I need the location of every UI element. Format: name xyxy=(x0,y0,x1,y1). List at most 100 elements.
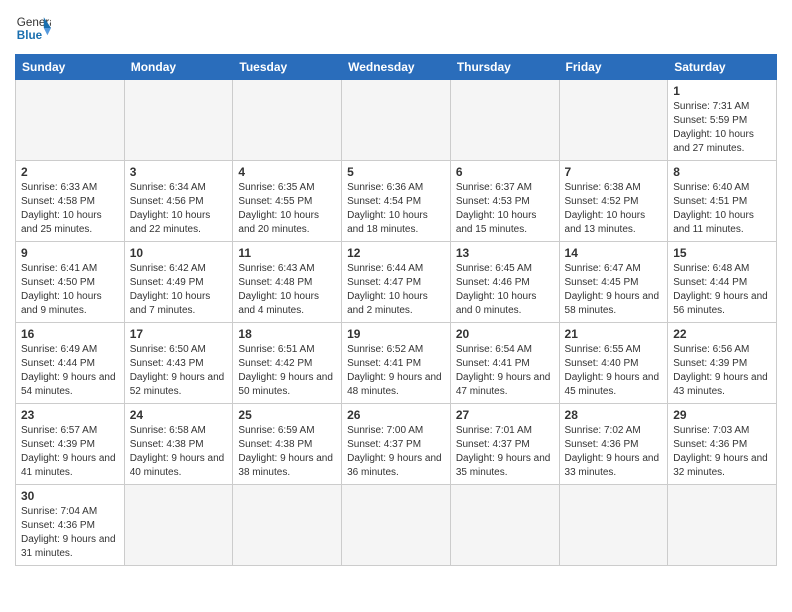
calendar-day-cell: 25 Sunrise: 6:59 AM Sunset: 4:38 PM Dayli… xyxy=(233,404,342,485)
day-info: Sunrise: 6:33 AM Sunset: 4:58 PM Dayligh… xyxy=(21,181,119,237)
day-number: 25 xyxy=(238,408,336,422)
day-info: Sunrise: 6:41 AM Sunset: 4:50 PM Dayligh… xyxy=(21,262,119,318)
calendar-day-cell: 3Sunrise: 6:34 AM Sunset: 4:56 PM Daylig… xyxy=(124,161,233,242)
day-number: 27 xyxy=(456,408,554,422)
day-info: Sunrise: 6:40 AM Sunset: 4:51 PM Dayligh… xyxy=(673,181,771,237)
weekday-wednesday: Wednesday xyxy=(342,55,451,80)
calendar-day-cell: 29 Sunrise: 7:03 AM Sunset: 4:36 PM Dayli… xyxy=(668,404,777,485)
calendar-day-cell xyxy=(450,485,559,566)
calendar-day-cell: 13 Sunrise: 6:45 AM Sunset: 4:46 PM Dayli… xyxy=(450,242,559,323)
day-number: 14 xyxy=(565,246,663,260)
day-number: 18 xyxy=(238,327,336,341)
day-number: 22 xyxy=(673,327,771,341)
calendar-week-row: 9 Sunrise: 6:41 AM Sunset: 4:50 PM Daylig… xyxy=(16,242,777,323)
calendar-day-cell: 24 Sunrise: 6:58 AM Sunset: 4:38 PM Dayli… xyxy=(124,404,233,485)
day-number: 28 xyxy=(565,408,663,422)
calendar-day-cell: 23Sunrise: 6:57 AM Sunset: 4:39 PM Dayli… xyxy=(16,404,125,485)
day-number: 2 xyxy=(21,165,119,179)
calendar-day-cell xyxy=(233,80,342,161)
day-info: Sunrise: 6:45 AM Sunset: 4:46 PM Dayligh… xyxy=(456,262,554,318)
day-info: Sunrise: 6:35 AM Sunset: 4:55 PM Dayligh… xyxy=(238,181,336,237)
day-number: 29 xyxy=(673,408,771,422)
day-number: 26 xyxy=(347,408,445,422)
weekday-monday: Monday xyxy=(124,55,233,80)
calendar-day-cell: 14 Sunrise: 6:47 AM Sunset: 4:45 PM Dayli… xyxy=(559,242,668,323)
calendar-day-cell: 4Sunrise: 6:35 AM Sunset: 4:55 PM Daylig… xyxy=(233,161,342,242)
day-number: 13 xyxy=(456,246,554,260)
page: General Blue SundayMondayTuesdayWednesda… xyxy=(0,0,792,612)
calendar-day-cell: 18 Sunrise: 6:51 AM Sunset: 4:42 PM Dayli… xyxy=(233,323,342,404)
day-number: 24 xyxy=(130,408,228,422)
weekday-thursday: Thursday xyxy=(450,55,559,80)
day-info: Sunrise: 6:52 AM Sunset: 4:41 PM Dayligh… xyxy=(347,343,445,399)
day-info: Sunrise: 7:31 AM Sunset: 5:59 PM Dayligh… xyxy=(673,100,771,156)
calendar-day-cell xyxy=(342,485,451,566)
day-number: 19 xyxy=(347,327,445,341)
calendar-day-cell: 12Sunrise: 6:44 AM Sunset: 4:47 PM Dayli… xyxy=(342,242,451,323)
calendar-day-cell: 20 Sunrise: 6:54 AM Sunset: 4:41 PM Dayli… xyxy=(450,323,559,404)
calendar-week-row: 1Sunrise: 7:31 AM Sunset: 5:59 PM Daylig… xyxy=(16,80,777,161)
day-number: 21 xyxy=(565,327,663,341)
day-number: 15 xyxy=(673,246,771,260)
calendar-day-cell: 17 Sunrise: 6:50 AM Sunset: 4:43 PM Dayli… xyxy=(124,323,233,404)
day-info: Sunrise: 6:47 AM Sunset: 4:45 PM Dayligh… xyxy=(565,262,663,318)
day-info: Sunrise: 6:51 AM Sunset: 4:42 PM Dayligh… xyxy=(238,343,336,399)
day-info: Sunrise: 6:50 AM Sunset: 4:43 PM Dayligh… xyxy=(130,343,228,399)
day-info: Sunrise: 6:56 AM Sunset: 4:39 PM Dayligh… xyxy=(673,343,771,399)
calendar-day-cell: 15Sunrise: 6:48 AM Sunset: 4:44 PM Dayli… xyxy=(668,242,777,323)
calendar-day-cell xyxy=(559,485,668,566)
calendar-day-cell xyxy=(124,80,233,161)
day-info: Sunrise: 6:34 AM Sunset: 4:56 PM Dayligh… xyxy=(130,181,228,237)
day-info: Sunrise: 6:37 AM Sunset: 4:53 PM Dayligh… xyxy=(456,181,554,237)
calendar-day-cell: 26 Sunrise: 7:00 AM Sunset: 4:37 PM Dayli… xyxy=(342,404,451,485)
day-number: 16 xyxy=(21,327,119,341)
day-info: Sunrise: 7:01 AM Sunset: 4:37 PM Dayligh… xyxy=(456,424,554,480)
day-info: Sunrise: 6:57 AM Sunset: 4:39 PM Dayligh… xyxy=(21,424,119,480)
calendar-day-cell: 16 Sunrise: 6:49 AM Sunset: 4:44 PM Dayli… xyxy=(16,323,125,404)
weekday-tuesday: Tuesday xyxy=(233,55,342,80)
generalblue-logo-icon: General Blue xyxy=(15,10,51,46)
calendar-day-cell: 2 Sunrise: 6:33 AM Sunset: 4:58 PM Daylig… xyxy=(16,161,125,242)
day-number: 11 xyxy=(238,246,336,260)
day-info: Sunrise: 6:59 AM Sunset: 4:38 PM Dayligh… xyxy=(238,424,336,480)
day-info: Sunrise: 6:43 AM Sunset: 4:48 PM Dayligh… xyxy=(238,262,336,318)
calendar-day-cell: 19 Sunrise: 6:52 AM Sunset: 4:41 PM Dayli… xyxy=(342,323,451,404)
day-number: 9 xyxy=(21,246,119,260)
day-info: Sunrise: 6:58 AM Sunset: 4:38 PM Dayligh… xyxy=(130,424,228,480)
day-info: Sunrise: 6:49 AM Sunset: 4:44 PM Dayligh… xyxy=(21,343,119,399)
day-number: 8 xyxy=(673,165,771,179)
header: General Blue xyxy=(15,10,777,46)
day-info: Sunrise: 6:55 AM Sunset: 4:40 PM Dayligh… xyxy=(565,343,663,399)
day-info: Sunrise: 6:36 AM Sunset: 4:54 PM Dayligh… xyxy=(347,181,445,237)
day-number: 20 xyxy=(456,327,554,341)
weekday-header-row: SundayMondayTuesdayWednesdayThursdayFrid… xyxy=(16,55,777,80)
day-info: Sunrise: 7:03 AM Sunset: 4:36 PM Dayligh… xyxy=(673,424,771,480)
calendar-week-row: 23Sunrise: 6:57 AM Sunset: 4:39 PM Dayli… xyxy=(16,404,777,485)
day-number: 30 xyxy=(21,489,119,503)
calendar-day-cell xyxy=(559,80,668,161)
calendar-day-cell xyxy=(124,485,233,566)
day-number: 17 xyxy=(130,327,228,341)
calendar-day-cell: 6 Sunrise: 6:37 AM Sunset: 4:53 PM Daylig… xyxy=(450,161,559,242)
calendar-day-cell: 8 Sunrise: 6:40 AM Sunset: 4:51 PM Daylig… xyxy=(668,161,777,242)
day-number: 5 xyxy=(347,165,445,179)
svg-text:Blue: Blue xyxy=(17,29,43,42)
day-info: Sunrise: 6:44 AM Sunset: 4:47 PM Dayligh… xyxy=(347,262,445,318)
calendar-day-cell xyxy=(450,80,559,161)
calendar-day-cell xyxy=(16,80,125,161)
calendar-day-cell xyxy=(233,485,342,566)
calendar-day-cell: 30Sunrise: 7:04 AM Sunset: 4:36 PM Dayli… xyxy=(16,485,125,566)
calendar-day-cell: 28Sunrise: 7:02 AM Sunset: 4:36 PM Dayli… xyxy=(559,404,668,485)
calendar-day-cell: 27 Sunrise: 7:01 AM Sunset: 4:37 PM Dayli… xyxy=(450,404,559,485)
day-info: Sunrise: 6:54 AM Sunset: 4:41 PM Dayligh… xyxy=(456,343,554,399)
calendar-day-cell: 22 Sunrise: 6:56 AM Sunset: 4:39 PM Dayli… xyxy=(668,323,777,404)
calendar-week-row: 16 Sunrise: 6:49 AM Sunset: 4:44 PM Dayli… xyxy=(16,323,777,404)
calendar-day-cell xyxy=(668,485,777,566)
calendar-day-cell: 1Sunrise: 7:31 AM Sunset: 5:59 PM Daylig… xyxy=(668,80,777,161)
day-info: Sunrise: 6:42 AM Sunset: 4:49 PM Dayligh… xyxy=(130,262,228,318)
weekday-friday: Friday xyxy=(559,55,668,80)
day-info: Sunrise: 7:00 AM Sunset: 4:37 PM Dayligh… xyxy=(347,424,445,480)
calendar-table: SundayMondayTuesdayWednesdayThursdayFrid… xyxy=(15,54,777,566)
calendar-day-cell xyxy=(342,80,451,161)
day-number: 6 xyxy=(456,165,554,179)
